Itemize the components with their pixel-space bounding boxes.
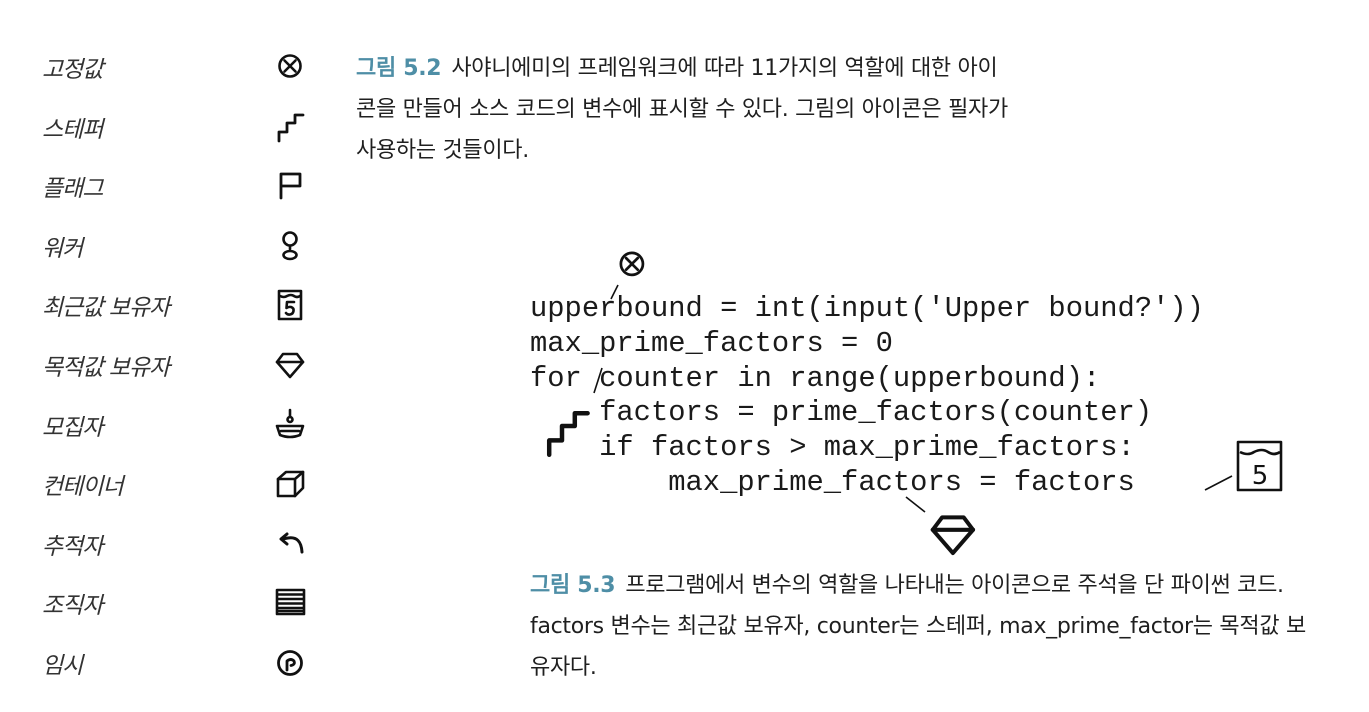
role-row-fixed-value: 고정값 [40,42,330,102]
role-row-organizer: 조직자 [40,578,330,638]
role-name: 목적값 보유자 [42,354,170,381]
role-name: 워커 [42,235,83,262]
role-row-most-wanted-holder: 목적값 보유자 [40,340,330,400]
figure-5-2-caption: 그림 5.2 사야니에미의 프레임워크에 따라 11가지의 역할에 대한 아이콘을… [356,48,1016,171]
role-row-gatherer: 모집자 [40,400,330,460]
role-row-temporary: 임시 [40,638,330,698]
most-wanted-holder-annotation [905,496,973,553]
role-name: 스테퍼 [42,116,103,143]
code-line: for counter in range(upperbound): [530,361,1101,395]
figure-label: 그림 5.3 [530,573,616,598]
role-name: 고정값 [42,57,103,83]
flag-icon [272,167,308,203]
role-row-walker: 워커 [40,221,330,281]
stepper-icon [272,108,308,144]
code-line: max_prime_factors = 0 [530,326,893,360]
fixed-value-icon [619,251,645,277]
code-line: if factors > max_prime_factors: [530,431,1135,465]
figure-caption-text: 프로그램에서 변수의 역할을 나타내는 아이콘으로 주석을 단 파이썬 코드. … [530,573,1306,680]
code-line: upperbound = int(input('Upper bound?')) [530,292,1204,325]
role-name: 모집자 [42,414,103,441]
most-recent-holder-value: 5 [1252,461,1269,491]
code-block: upperbound = int(input('Upper bound?')) m… [530,292,1204,501]
most-recent-holder-annotation: 5 [1204,440,1283,492]
role-row-follower: 추적자 [40,519,330,579]
organizer-icon [272,584,308,620]
role-row-most-recent-holder: 최근값 보유자 [40,280,330,340]
figure-caption-text: 사야니에미의 프레임워크에 따라 11가지의 역할에 대한 아이콘을 만들어 소… [356,56,1008,163]
container-icon [272,465,308,501]
most-recent-holder-icon [272,286,308,322]
follower-icon [272,525,308,561]
fixed-value-icon [272,48,308,84]
code-line: factors = prime_factors(counter) [530,396,1153,430]
role-row-flag: 플래그 [40,161,330,221]
temporary-icon [272,644,308,680]
figure-5-3-caption: 그림 5.3 프로그램에서 변수의 역할을 나타내는 아이콘으로 주석을 단 파이… [530,565,1310,688]
code-line: max_prime_factors = factors [530,465,1135,499]
role-name: 컨테이너 [42,474,124,501]
most-recent-holder-icon [1236,440,1283,492]
role-row-stepper: 스테퍼 [40,102,330,162]
variable-role-list: 고정값 스테퍼 플래그 워커 최근값 보유자 목적값 보유자 모집자 컨테이너 … [40,42,330,698]
most-wanted-holder-icon [272,346,308,382]
role-name: 플래그 [42,176,103,203]
walker-icon [272,227,308,263]
gatherer-icon [272,406,308,442]
role-name: 추적자 [42,533,103,560]
role-name: 최근값 보유자 [42,295,170,322]
role-row-container: 컨테이너 [40,459,330,519]
most-wanted-holder-icon [933,517,973,553]
figure-label: 그림 5.2 [356,56,442,81]
role-name: 임시 [42,652,83,679]
role-name: 조직자 [42,593,103,620]
